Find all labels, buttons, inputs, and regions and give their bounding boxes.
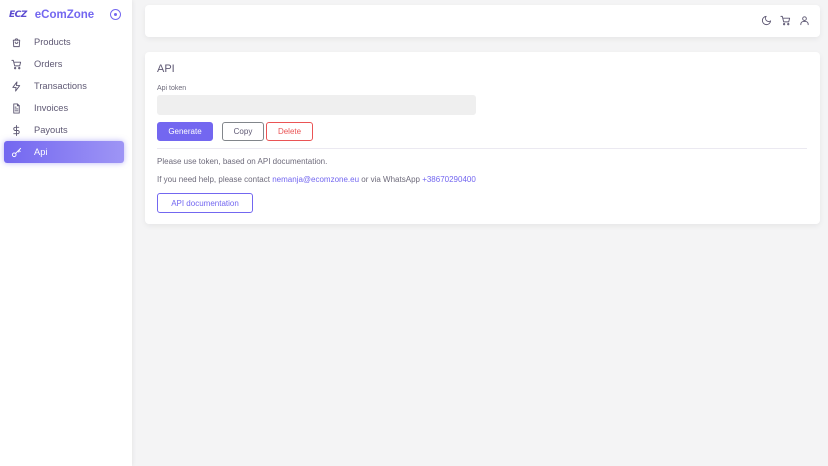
brand-name: eComZone (34, 9, 95, 21)
api-info-text: Please use token, based on API documenta… (157, 157, 328, 166)
sidebar-item-transactions[interactable]: Transactions (4, 75, 124, 97)
help-email-link[interactable]: nemanja@ecomzone.eu (272, 175, 359, 184)
cart-icon (11, 59, 22, 70)
file-text-icon (11, 102, 22, 114)
sidebar-item-products[interactable]: Products (4, 31, 124, 53)
api-documentation-button[interactable]: API documentation (157, 193, 253, 213)
sidebar-item-label: Api (34, 147, 48, 157)
help-middle: or via WhatsApp (359, 175, 423, 184)
navbar-actions (761, 15, 810, 26)
api-token-field[interactable] (157, 95, 476, 115)
generate-button[interactable]: Generate (157, 122, 213, 141)
brand[interactable]: ECZ eComZone (9, 8, 125, 22)
page-title: API (157, 63, 175, 75)
sidebar-item-label: Invoices (34, 103, 69, 113)
circle-dot-icon[interactable] (110, 9, 121, 20)
sidebar-item-payouts[interactable]: Payouts (4, 119, 124, 141)
divider (157, 148, 807, 149)
whatsapp-phone-link[interactable]: +38670290400 (422, 175, 476, 184)
shopping-bag-icon (11, 37, 22, 48)
top-navbar (145, 5, 820, 37)
sidebar-item-label: Orders (34, 59, 63, 69)
delete-button[interactable]: Delete (266, 122, 313, 141)
brand-logo: ECZ (9, 10, 27, 20)
help-prefix: If you need help, please contact (157, 175, 273, 184)
sidebar-item-invoices[interactable]: Invoices (4, 97, 124, 119)
cart-icon[interactable] (780, 15, 791, 26)
sidebar-item-label: Transactions (34, 81, 87, 91)
sidebar-item-orders[interactable]: Orders (4, 53, 124, 75)
sidebar-nav: Products Orders Transactions Invoices Pa… (4, 31, 124, 163)
help-text: If you need help, please contact nemanja… (157, 175, 476, 184)
dollar-icon (11, 124, 22, 136)
sidebar-item-label: Products (34, 37, 71, 47)
key-icon (11, 147, 22, 158)
lightning-icon (11, 80, 22, 92)
api-token-label: Api token (157, 85, 187, 92)
copy-button[interactable]: Copy (222, 122, 264, 141)
sidebar-item-api[interactable]: Api (4, 141, 124, 163)
moon-icon[interactable] (761, 15, 772, 26)
sidebar-item-label: Payouts (34, 125, 68, 135)
user-icon[interactable] (799, 15, 810, 26)
sidebar: ECZ eComZone Products Orders Transaction… (0, 0, 132, 466)
api-card: API Api token Generate Copy Delete Pleas… (145, 52, 820, 224)
